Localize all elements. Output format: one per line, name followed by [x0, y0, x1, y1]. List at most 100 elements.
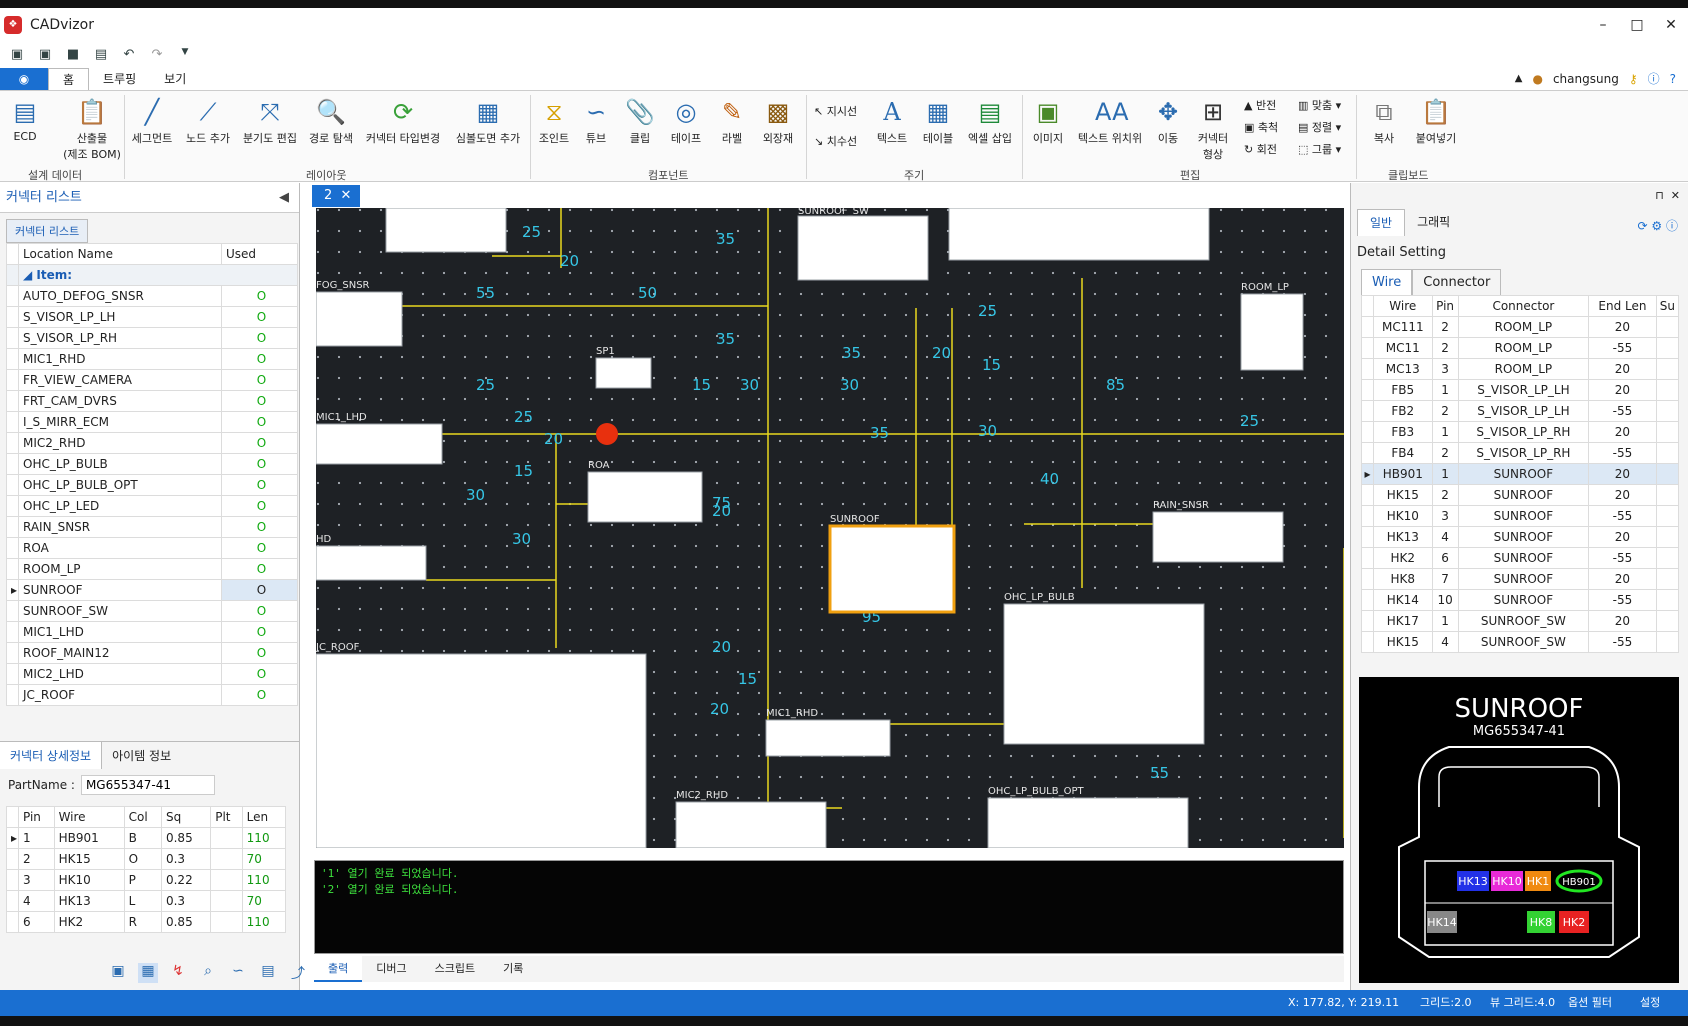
- open-folder-icon[interactable]: ▣: [8, 47, 26, 63]
- connector-title[interactable]: JC_ROOF: [316, 642, 360, 653]
- used-flag[interactable]: O: [221, 621, 298, 643]
- close-button[interactable]: ✕: [1654, 8, 1688, 42]
- view-grid-size[interactable]: 뷰 그리드:4.0: [1490, 990, 1555, 1016]
- wire-pin[interactable]: 2: [1431, 442, 1459, 464]
- connector-title[interactable]: SUNROOF: [830, 514, 880, 525]
- location-name[interactable]: MIC1_RHD: [18, 348, 222, 370]
- table-row[interactable]: S_VISOR_LP_LH O: [6, 306, 298, 328]
- conn-shape-button[interactable]: ⊞ 커넥터 형상: [1190, 97, 1236, 162]
- connector-title[interactable]: MIC1_RHD: [766, 708, 818, 719]
- wire-pin[interactable]: 4: [1431, 526, 1459, 548]
- paste-button[interactable]: 📋 붙여넣기: [1410, 97, 1462, 146]
- wire-length-label[interactable]: 20: [544, 430, 563, 448]
- pin-wire[interactable]: HK15: [53, 848, 125, 870]
- table-row[interactable]: FRT_CAM_DVRS O: [6, 390, 298, 412]
- table-row[interactable]: I_S_MIRR_ECM O: [6, 411, 298, 433]
- wire-length-label[interactable]: 30: [512, 530, 531, 548]
- used-flag[interactable]: O: [221, 306, 298, 328]
- used-flag[interactable]: O: [221, 285, 298, 307]
- wire-pin[interactable]: 7: [1431, 568, 1459, 590]
- maximize-button[interactable]: □: [1620, 8, 1654, 42]
- wire-connector[interactable]: SUNROOF: [1457, 484, 1590, 506]
- used-flag[interactable]: O: [221, 348, 298, 370]
- pin-wire[interactable]: HK13: [53, 890, 125, 912]
- wire-tool-icon[interactable]: ↯: [168, 963, 188, 983]
- location-name[interactable]: JC_ROOF: [18, 684, 222, 706]
- outer-button[interactable]: ▩ 외장재: [756, 97, 800, 146]
- pin-plt[interactable]: [210, 869, 243, 891]
- used-flag[interactable]: O: [221, 369, 298, 391]
- wire-connector[interactable]: ROOM_LP: [1457, 316, 1590, 338]
- location-name[interactable]: FR_VIEW_CAMERA: [18, 369, 222, 391]
- wire-column-header[interactable]: End Len: [1588, 295, 1657, 317]
- table-row[interactable]: JC_ROOF O: [6, 684, 298, 706]
- wire-length-label[interactable]: 85: [1106, 376, 1125, 394]
- wire-pin[interactable]: 10: [1431, 589, 1459, 611]
- pin-pin[interactable]: 1: [18, 827, 55, 849]
- location-name[interactable]: RAIN_SNSR: [18, 516, 222, 538]
- pin-row[interactable]: 3 HK10 P 0.22 110: [6, 869, 287, 891]
- location-name[interactable]: FRT_CAM_DVRS: [18, 390, 222, 412]
- used-flag[interactable]: O: [221, 684, 298, 706]
- wire-pin[interactable]: 3: [1431, 505, 1459, 527]
- wire-name[interactable]: HB901: [1373, 463, 1433, 485]
- table-row[interactable]: OHC_LP_BULB O: [6, 453, 298, 475]
- wire-connector[interactable]: SUNROOF: [1457, 463, 1590, 485]
- wire-length-label[interactable]: 25: [978, 302, 997, 320]
- wire-pin[interactable]: 2: [1431, 337, 1459, 359]
- partname-field[interactable]: [80, 775, 215, 795]
- location-name[interactable]: AUTO_DEFOG_SNSR: [18, 285, 222, 307]
- connector-type-button[interactable]: ⟳ 커넥터 타입변경: [362, 97, 444, 146]
- table-row[interactable]: OHC_LP_LED O: [6, 495, 298, 517]
- wire-end-len[interactable]: 20: [1588, 568, 1657, 590]
- used-flag[interactable]: O: [221, 537, 298, 559]
- file-menu-button[interactable]: ◉: [0, 68, 48, 90]
- segment-button[interactable]: ╱ 세그먼트: [130, 97, 174, 146]
- tab-routing[interactable]: 트루핑: [89, 68, 150, 90]
- tab-script[interactable]: 스크립트: [421, 956, 489, 982]
- pin-wire[interactable]: HK10: [53, 869, 125, 891]
- wire-length-label[interactable]: 50: [638, 284, 657, 302]
- tab-home[interactable]: 홈: [48, 68, 90, 90]
- wire-length-label[interactable]: 30: [466, 486, 485, 504]
- folder-tool-icon[interactable]: ▣: [108, 963, 128, 983]
- location-name[interactable]: ROA: [18, 537, 222, 559]
- move-button[interactable]: ✥ 이동: [1150, 97, 1186, 146]
- wire-column-header[interactable]: Pin: [1431, 295, 1459, 317]
- wire-row[interactable]: MC11 2 ROOM_LP -55: [1361, 337, 1680, 359]
- wire-length-label[interactable]: 25: [1240, 412, 1259, 430]
- wire-connector[interactable]: S_VISOR_LP_RH: [1457, 421, 1590, 443]
- pin-plt[interactable]: [210, 911, 243, 933]
- pin-len[interactable]: 70: [241, 848, 287, 870]
- pin-plt[interactable]: [210, 827, 243, 849]
- wire-length-label[interactable]: 30: [840, 376, 859, 394]
- wire-length-label[interactable]: 30: [978, 422, 997, 440]
- tab-general[interactable]: 일반: [1357, 209, 1406, 236]
- location-name[interactable]: I_S_MIRR_ECM: [18, 411, 222, 433]
- option-filter-button[interactable]: 옵션 필터: [1568, 990, 1612, 1016]
- excel-button[interactable]: ▤ 엑셀 삽입: [964, 97, 1016, 146]
- wire-length-label[interactable]: 55: [1150, 764, 1169, 782]
- wire-row[interactable]: FB2 2 S_VISOR_LP_LH -55: [1361, 400, 1680, 422]
- wire-end-len[interactable]: 20: [1588, 610, 1657, 632]
- wire-row[interactable]: FB4 2 S_VISOR_LP_RH -55: [1361, 442, 1680, 464]
- used-flag[interactable]: O: [221, 558, 298, 580]
- wire-end-len[interactable]: 20: [1588, 526, 1657, 548]
- schematic-svg[interactable]: 25 20 35 55 50 35 25 15 30 25 15 20 30 35 85 25 35 20 30 15…: [316, 208, 1344, 848]
- pin-plt[interactable]: [210, 848, 243, 870]
- pin-column-header[interactable]: Pin: [18, 806, 55, 828]
- table-row[interactable]: MIC1_RHD O: [6, 348, 298, 370]
- route-tool-icon[interactable]: ∽: [228, 963, 248, 983]
- wire-row[interactable]: MC13 3 ROOM_LP 20: [1361, 358, 1680, 380]
- wire-end-len[interactable]: -55: [1588, 400, 1657, 422]
- wire-row[interactable]: HK15 4 SUNROOF_SW -55: [1361, 631, 1680, 653]
- open-project-icon[interactable]: ▣: [36, 47, 54, 63]
- wire-pin[interactable]: 2: [1431, 316, 1459, 338]
- wire-length-label[interactable]: 20: [932, 344, 951, 362]
- wire-name[interactable]: FB4: [1373, 442, 1433, 464]
- tab-wire[interactable]: Wire: [1361, 269, 1413, 297]
- table-row[interactable]: MIC1_LHD O: [6, 621, 298, 643]
- wire-end-len[interactable]: 20: [1588, 316, 1657, 338]
- location-name[interactable]: OHC_LP_BULB_OPT: [18, 474, 222, 496]
- connector-title[interactable]: OHC_LP_BULB: [1004, 592, 1075, 603]
